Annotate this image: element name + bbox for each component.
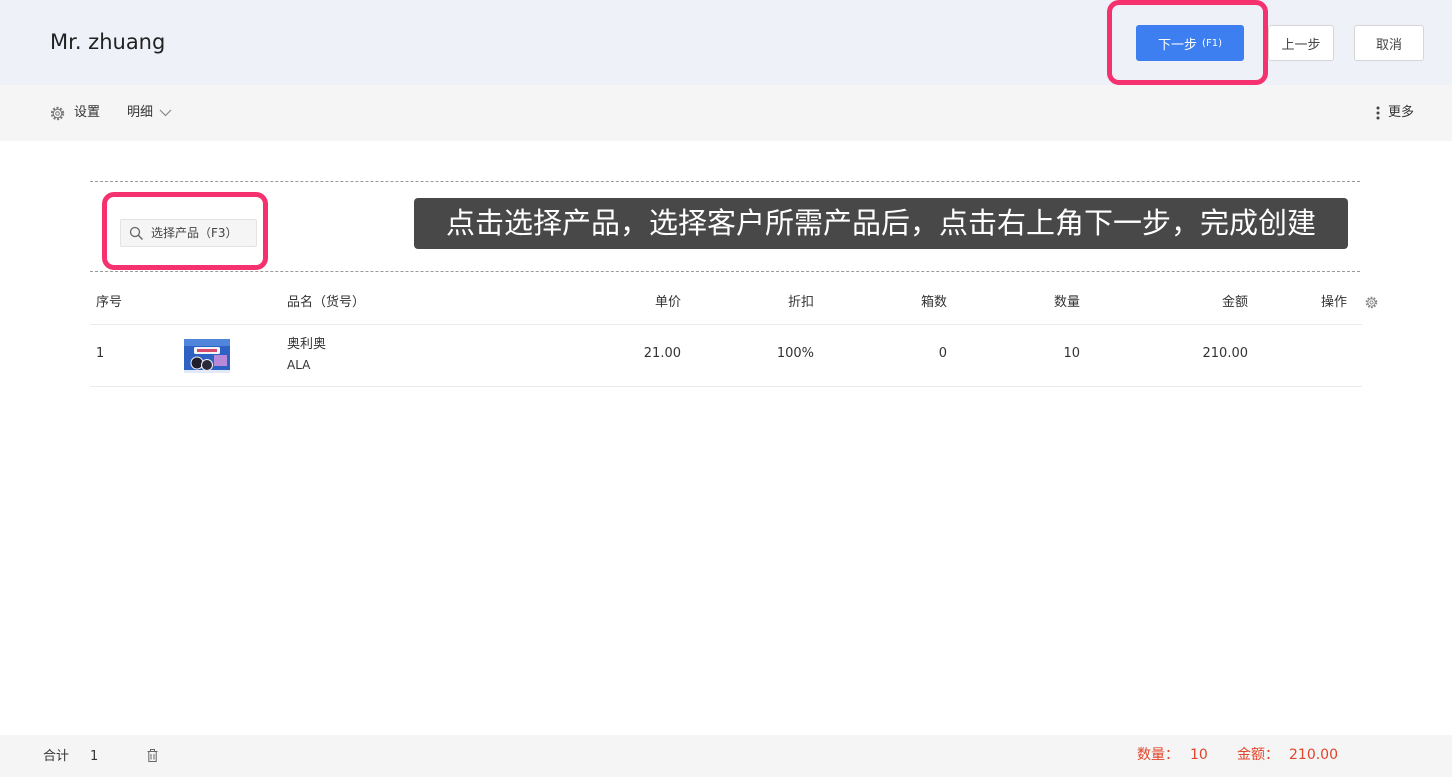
gear-icon	[50, 106, 65, 121]
column-header-discount: 折扣	[787, 295, 814, 310]
dashed-divider-top	[90, 181, 1360, 182]
trash-icon[interactable]	[147, 749, 158, 762]
row-discount[interactable]: 100%	[777, 325, 814, 383]
total-label: 合计	[43, 749, 70, 764]
product-name: 奥利奥	[287, 337, 327, 352]
column-header-name: 品名（货号）	[287, 295, 366, 310]
column-header-price: 单价	[654, 295, 681, 310]
page-title: Mr. zhuang	[50, 30, 166, 54]
row-price[interactable]: 21.00	[644, 325, 681, 383]
summary-amount-label: 金额：	[1237, 747, 1279, 763]
table-row[interactable]: 1 奥利奥 ALA 21.00 100% 0 10 210.00	[90, 325, 1362, 387]
vertical-dots-icon	[1376, 106, 1380, 120]
summary-quantity-value: 10	[1190, 747, 1208, 763]
dashed-divider-bottom	[90, 271, 1360, 272]
more-label: 更多	[1388, 105, 1415, 120]
search-icon	[129, 226, 143, 240]
product-code: ALA	[287, 358, 311, 372]
summary-quantity-label: 数量：	[1137, 747, 1179, 763]
guide-tooltip: 点击选择产品，选择客户所需产品后，点击右上角下一步，完成创建	[414, 198, 1348, 249]
product-thumbnail	[184, 339, 230, 373]
column-header-boxes: 箱数	[920, 295, 947, 310]
next-step-button[interactable]: 下一步 (F1)	[1136, 25, 1244, 61]
column-header-amount: 金额	[1221, 295, 1248, 310]
detail-label: 明细	[127, 105, 154, 120]
column-header-quantity: 数量	[1053, 295, 1080, 310]
column-header-index: 序号	[96, 295, 123, 310]
chevron-down-icon	[159, 109, 172, 117]
table-header: 序号 品名（货号） 单价 折扣 箱数 数量 金额 操作	[90, 284, 1378, 325]
row-index: 1	[96, 346, 105, 361]
cancel-button[interactable]: 取消	[1354, 25, 1424, 61]
row-boxes[interactable]: 0	[939, 325, 947, 383]
total-count: 1	[90, 749, 99, 764]
next-step-label: 下一步	[1158, 37, 1198, 53]
settings-label: 设置	[74, 105, 101, 120]
summary-footer: 合计 1 数量： 10 金额： 210.00	[0, 735, 1452, 777]
product-search[interactable]	[120, 219, 257, 247]
column-header-actions: 操作	[1320, 295, 1347, 310]
next-step-shortcut: (F1)	[1202, 37, 1222, 49]
row-quantity[interactable]: 10	[1063, 325, 1080, 383]
page-header: Mr. zhuang 下一步 (F1) 上一步 取消	[0, 0, 1452, 85]
column-settings-gear-icon[interactable]	[1365, 296, 1378, 309]
product-search-input[interactable]	[151, 220, 255, 246]
previous-step-button[interactable]: 上一步	[1268, 25, 1334, 61]
row-amount: 210.00	[1202, 346, 1249, 361]
product-name-cell: 奥利奥 ALA	[287, 335, 326, 375]
toolbar: 设置 明细 更多	[0, 85, 1452, 141]
summary-amount-value: 210.00	[1289, 747, 1338, 763]
